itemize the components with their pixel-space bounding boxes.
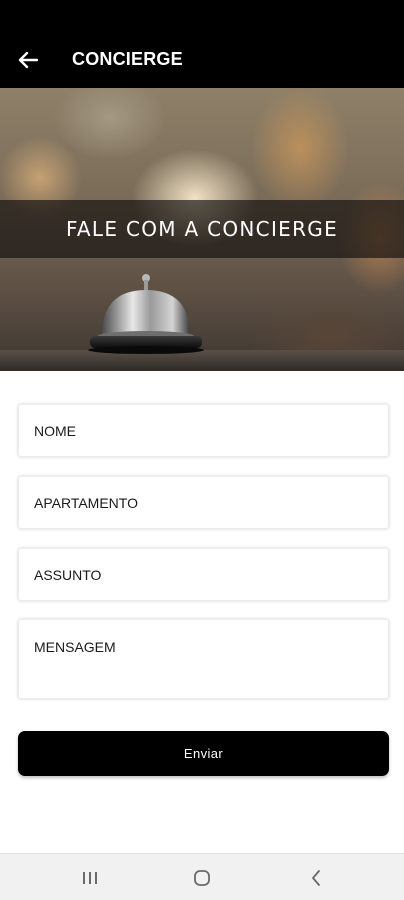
system-back-button[interactable]	[302, 864, 330, 892]
app-bar: CONCIERGE	[0, 0, 404, 88]
home-button[interactable]	[188, 864, 216, 892]
submit-button[interactable]: Enviar	[18, 731, 389, 776]
message-field[interactable]	[18, 619, 389, 699]
recents-button[interactable]	[76, 864, 104, 892]
recents-icon	[83, 872, 97, 884]
arrow-left-icon	[18, 51, 38, 69]
page-title: CONCIERGE	[72, 49, 183, 69]
name-field[interactable]	[18, 404, 389, 457]
service-bell-icon	[88, 274, 204, 354]
apartment-field[interactable]	[18, 476, 389, 529]
system-nav-bar	[0, 853, 404, 900]
hero-caption: FALE COM A CONCIERGE	[65, 217, 339, 241]
hero-banner: FALE COM A CONCIERGE	[0, 88, 404, 371]
hero-caption-band: FALE COM A CONCIERGE	[0, 200, 404, 258]
concierge-screen: CONCIERGE FALE COM A CONCIERGE NOME APAR…	[0, 0, 404, 900]
home-icon	[194, 870, 210, 886]
subject-field[interactable]	[18, 548, 389, 601]
back-button[interactable]	[14, 46, 42, 74]
chevron-left-icon	[312, 870, 320, 886]
